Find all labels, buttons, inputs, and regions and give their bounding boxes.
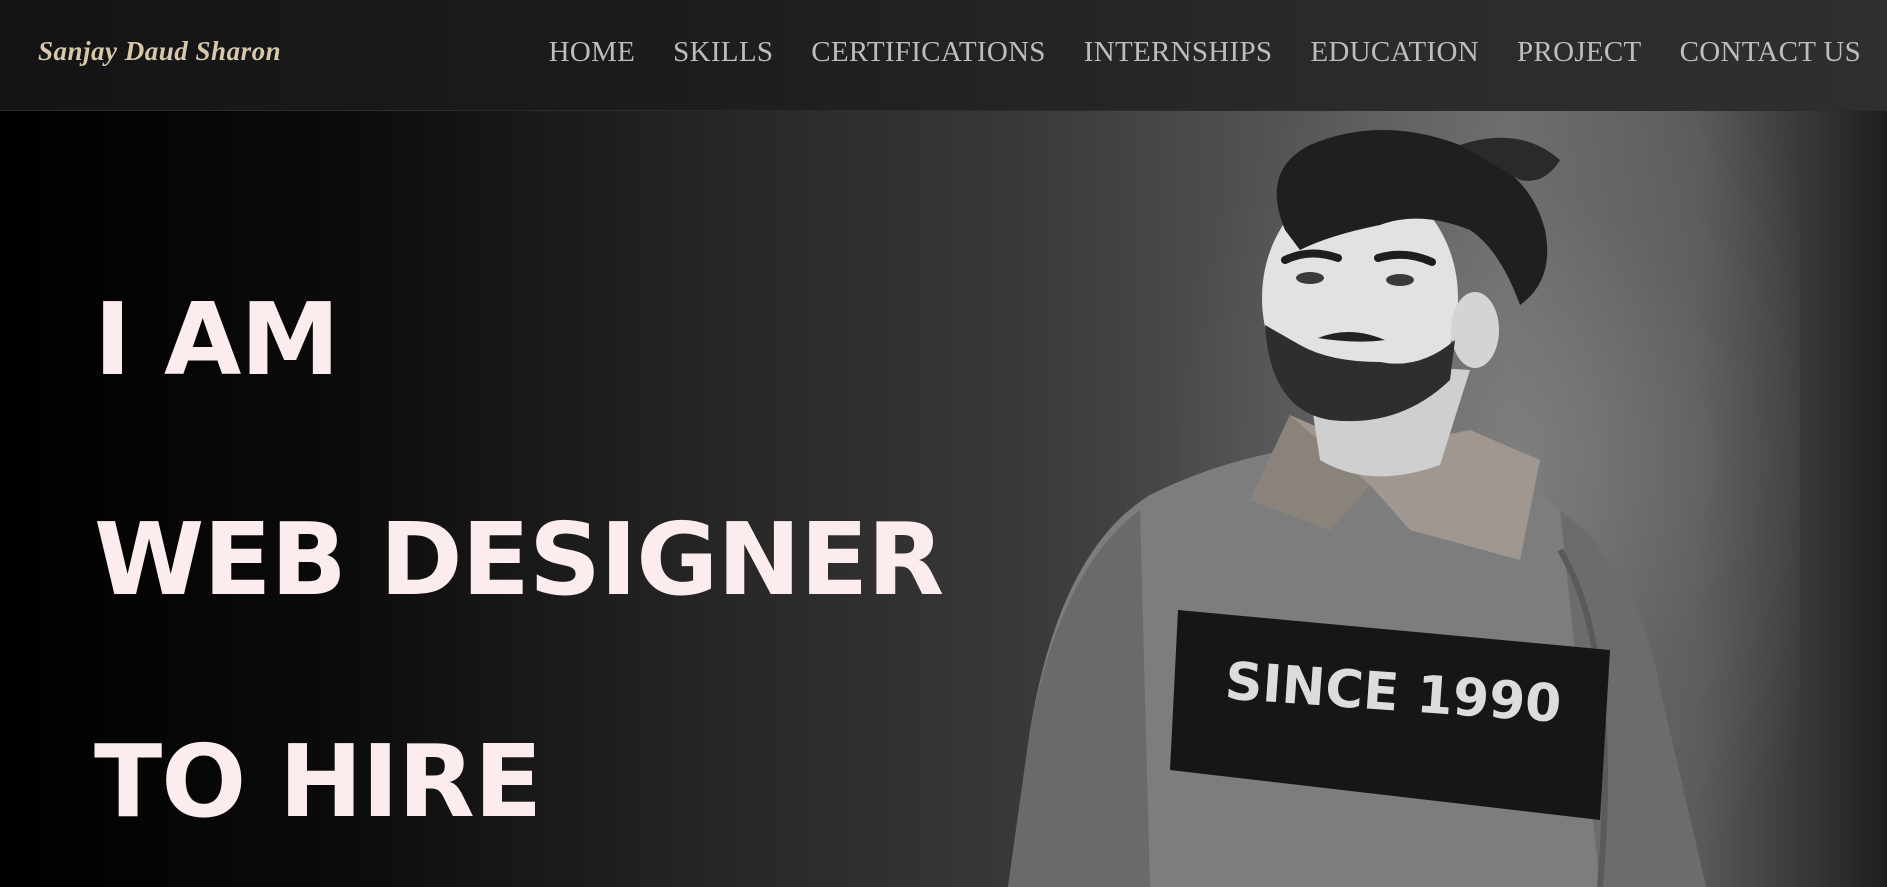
hero-headline-line2: WEB DESIGNER — [94, 501, 944, 618]
nav-link-education[interactable]: EDUCATION — [1310, 36, 1479, 69]
top-navbar: Sanjay Daud Sharon HOME SKILLS CERTIFICA… — [0, 0, 1887, 111]
hero-section: SINCE 1990 I AM WEB DESIGNER TO HIRE — [0, 0, 1887, 887]
nav-link-skills[interactable]: SKILLS — [673, 36, 773, 69]
hero-headline-line3: TO HIRE — [94, 723, 542, 840]
hero-headline-line1: I AM — [94, 281, 340, 398]
profile-photo: SINCE 1990 — [1008, 130, 1706, 887]
nav-link-internships[interactable]: INTERNSHIPS — [1084, 36, 1273, 69]
main-navigation: HOME SKILLS CERTIFICATIONS INTERNSHIPS E… — [549, 36, 1861, 69]
nav-link-contact-us[interactable]: CONTACT US — [1680, 36, 1861, 69]
nav-link-certifications[interactable]: CERTIFICATIONS — [811, 36, 1045, 69]
nav-link-project[interactable]: PROJECT — [1517, 36, 1642, 69]
site-logo[interactable]: Sanjay Daud Sharon — [38, 36, 281, 67]
nav-link-home[interactable]: HOME — [549, 36, 636, 69]
